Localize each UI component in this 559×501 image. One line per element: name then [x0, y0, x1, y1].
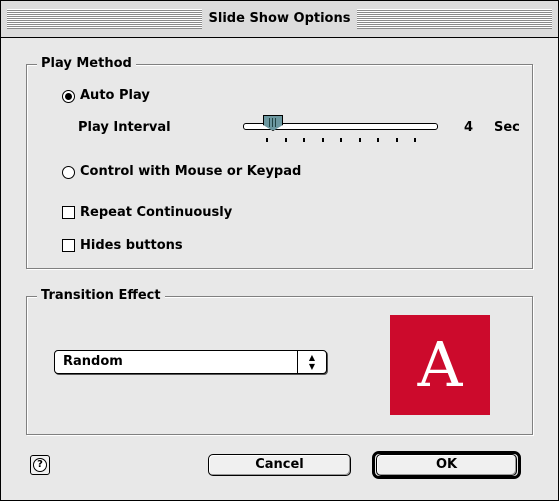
slider-tick — [377, 138, 379, 142]
hides-buttons-checkbox[interactable] — [62, 239, 75, 252]
slider-tick — [322, 138, 324, 142]
title-bar[interactable]: Slide Show Options — [1, 1, 558, 38]
auto-play-radio[interactable] — [62, 90, 75, 103]
repeat-continuously-checkbox[interactable] — [62, 206, 75, 219]
transition-effect-value: Random — [63, 354, 123, 369]
question-mark-icon: ? — [33, 458, 47, 472]
slider-tick — [340, 138, 342, 142]
help-button[interactable]: ? — [30, 455, 50, 475]
slider-tick — [303, 138, 305, 142]
play-interval-label: Play Interval — [78, 120, 171, 135]
slider-tick — [359, 138, 361, 142]
transition-effect-popup[interactable]: Random ▲ ▼ — [54, 350, 327, 374]
control-mouse-keypad-label[interactable]: Control with Mouse or Keypad — [80, 163, 301, 181]
repeat-continuously-label[interactable]: Repeat Continuously — [80, 204, 232, 222]
slider-tick — [285, 138, 287, 142]
transition-effect-title: Transition Effect — [37, 287, 165, 305]
window-title: Slide Show Options — [201, 9, 358, 29]
hides-buttons-label[interactable]: Hides buttons — [80, 237, 183, 255]
slider-tick — [414, 138, 416, 142]
play-method-title: Play Method — [37, 55, 136, 73]
ok-button[interactable]: OK — [376, 454, 517, 476]
auto-play-label[interactable]: Auto Play — [80, 87, 150, 105]
control-mouse-keypad-radio[interactable] — [62, 166, 75, 179]
slider-thumb-grip — [269, 118, 270, 127]
transition-preview: A — [390, 315, 490, 415]
slider-tick — [396, 138, 398, 142]
up-down-arrows-icon: ▲ ▼ — [297, 351, 326, 373]
cancel-button[interactable]: Cancel — [208, 454, 351, 476]
preview-letter: A — [417, 328, 463, 401]
slider-tick — [266, 138, 268, 142]
play-interval-unit: Sec — [494, 120, 520, 135]
slider-thumb-grip — [272, 118, 273, 127]
slider-thumb-grip — [275, 118, 276, 127]
play-interval-value: 4 — [464, 120, 474, 135]
